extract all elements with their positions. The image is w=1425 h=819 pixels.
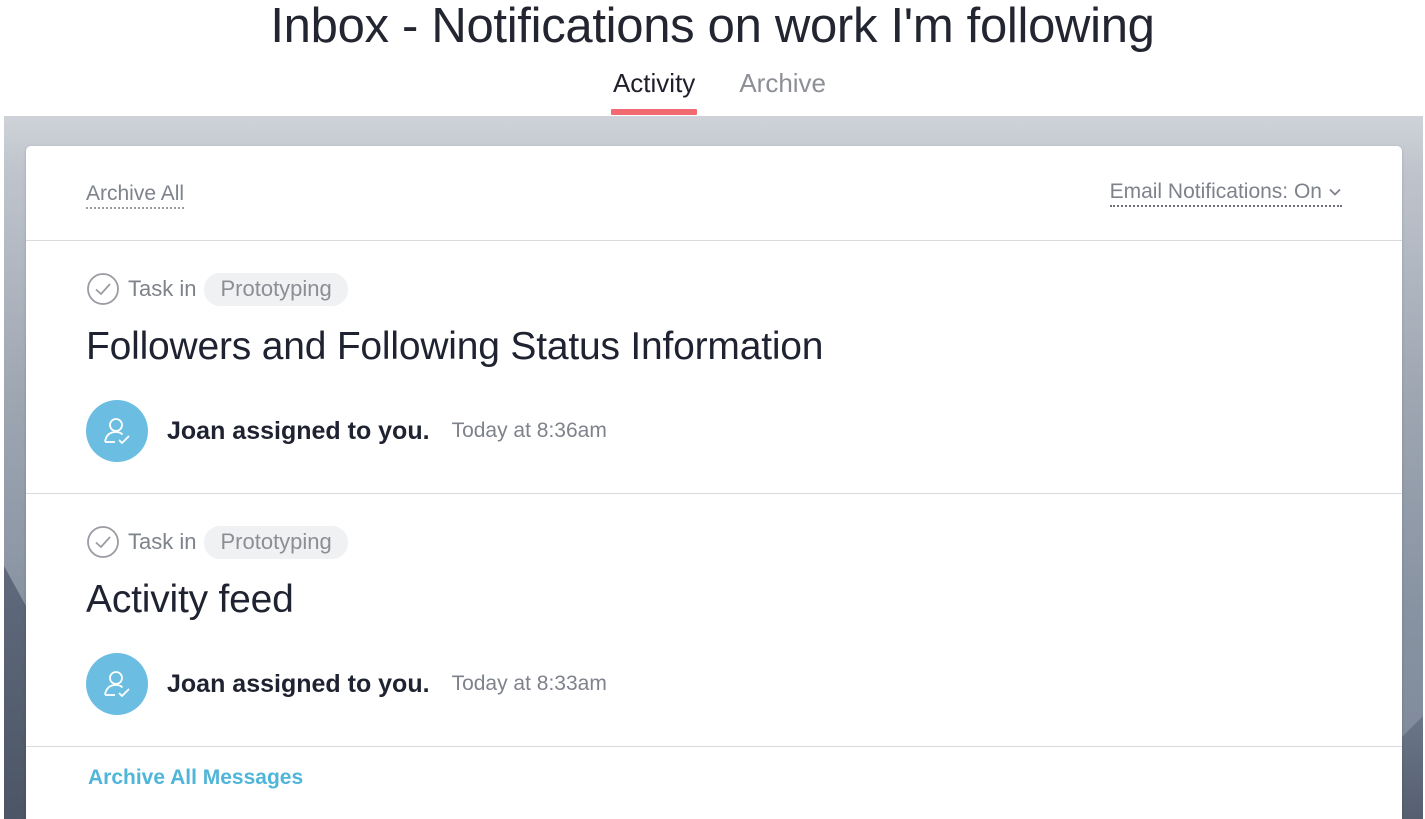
check-circle-icon	[87, 526, 119, 558]
task-title[interactable]: Followers and Following Status Informati…	[86, 323, 823, 371]
email-notifications-label: Email Notifications: On	[1109, 180, 1322, 203]
item-type-label: Task in	[128, 529, 197, 554]
task-title[interactable]: Activity feed	[86, 576, 294, 624]
item-meta: Task in Prototyping	[86, 525, 348, 559]
activity-row: Joan assigned to you. Today at 8:33am	[86, 653, 607, 715]
notification-item[interactable]: Task in Prototyping Followers and Follow…	[26, 241, 1402, 494]
item-meta: Task in Prototyping	[86, 272, 348, 306]
project-tag[interactable]: Prototyping	[204, 272, 348, 306]
avatar[interactable]	[86, 400, 148, 462]
inbox-toolbar: Archive All Email Notifications: On	[26, 146, 1402, 241]
page-header: Inbox - Notifications on work I'm follow…	[0, 0, 1425, 116]
project-tag[interactable]: Prototyping	[204, 525, 348, 559]
inbox-card: Archive All Email Notifications: On Task…	[26, 146, 1402, 819]
notification-item[interactable]: Task in Prototyping Activity feed Joan a…	[26, 494, 1402, 747]
item-type-label: Task in	[128, 276, 197, 301]
activity-row: Joan assigned to you. Today at 8:36am	[86, 400, 607, 462]
tab-archive[interactable]: Archive	[737, 64, 828, 116]
check-circle-icon	[87, 273, 119, 305]
user-check-icon	[104, 418, 130, 445]
avatar[interactable]	[86, 653, 148, 715]
page-title: Inbox - Notifications on work I'm follow…	[270, 0, 1155, 53]
email-notifications-dropdown[interactable]: Email Notifications: On	[1109, 179, 1342, 207]
inbox-tabs: Activity Archive	[0, 64, 1425, 116]
archive-all-button[interactable]: Archive All	[86, 181, 185, 209]
activity-text: Joan assigned to you.	[167, 416, 430, 445]
archive-all-messages-link[interactable]: Archive All Messages	[88, 766, 303, 790]
chevron-down-icon	[1329, 188, 1341, 196]
tab-activity[interactable]: Activity	[610, 64, 698, 116]
timestamp: Today at 8:33am	[451, 672, 607, 695]
user-check-icon	[104, 671, 130, 698]
timestamp: Today at 8:36am	[451, 419, 607, 442]
activity-text: Joan assigned to you.	[167, 669, 430, 698]
